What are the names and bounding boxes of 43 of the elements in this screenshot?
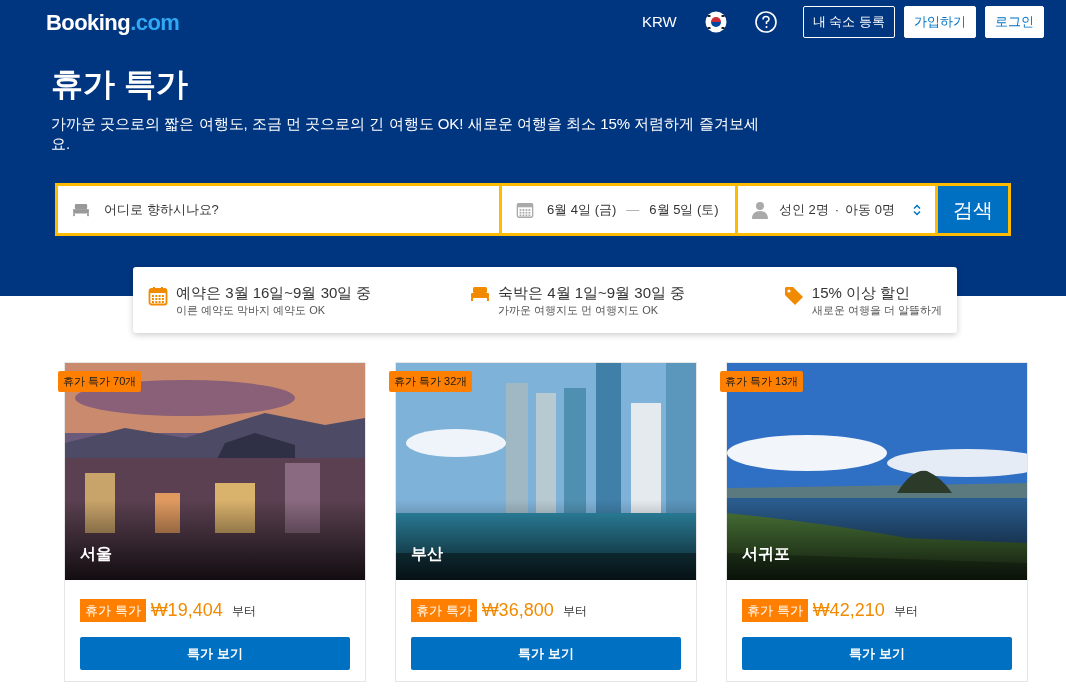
person-icon [752,200,768,219]
deal-count-badge: 휴가 특가 13개 [720,371,804,392]
currency-button[interactable]: KRW [642,10,677,34]
bed-icon [470,285,491,302]
date-field[interactable]: 6월 4일 (금) — 6월 5일 (토) [502,186,735,233]
calendar-icon [516,200,534,219]
register-button[interactable]: 가입하기 [904,6,976,38]
help-icon[interactable] [754,11,777,33]
list-property-button[interactable]: 내 숙소 등록 [802,6,895,38]
page-description: 가까운 곳으로의 짧은 여행도, 조금 먼 곳으로의 긴 여행도 OK! 새로운 여행을 최소 15% 저렴하게 즐겨보세요. [51,114,760,154]
flag-icon[interactable] [704,11,727,33]
view-deals-button[interactable]: 특가 보기 [742,637,1012,670]
deal-count-badge: 휴가 특가 70개 [58,371,142,392]
city-name: 서울 [80,544,112,564]
view-deals-button[interactable]: 특가 보기 [411,637,681,670]
deal-label: 휴가 특가 [411,598,477,623]
benefit-subtitle: 이른 예약도 막바지 예약도 OK [176,302,327,318]
guests-field[interactable]: 성인 2명 · 아동 0명 [738,186,935,233]
benefit-title: 15% 이상 할인 [811,282,912,303]
deal-label: 휴가 특가 [742,598,808,623]
price-suffix: 부터 [893,602,918,620]
city-name: 서귀포 [742,544,790,564]
price: ₩42,210 [812,599,885,622]
bed-icon [72,202,90,217]
deal-label: 휴가 특가 [80,598,146,623]
price-suffix: 부터 [562,602,587,620]
search-button[interactable]: 검색 [938,186,1008,233]
deal-count-badge: 휴가 특가 32개 [389,371,473,392]
price-suffix: 부터 [231,602,256,620]
page-title: 휴가 특가 [51,65,189,104]
view-deals-button[interactable]: 특가 보기 [80,637,350,670]
price: ₩36,800 [481,599,554,622]
sign-in-button[interactable]: 로그인 [985,6,1044,38]
city-name: 부산 [411,544,443,564]
benefit-subtitle: 가까운 여행지도 먼 여행지도 OK [498,302,660,318]
chevron-up-down-icon [913,203,921,216]
benefit-subtitle: 새로운 여행을 더 알뜰하게 [811,302,942,318]
calendar-icon [148,285,168,306]
tag-icon [783,285,804,306]
logo[interactable]: Booking.com [46,5,180,39]
price: ₩19,404 [150,599,223,622]
benefit-title: 예약은 3월 16일~9월 30일 중 [176,282,372,303]
benefit-title: 숙박은 4월 1일~9월 30일 중 [498,282,686,303]
